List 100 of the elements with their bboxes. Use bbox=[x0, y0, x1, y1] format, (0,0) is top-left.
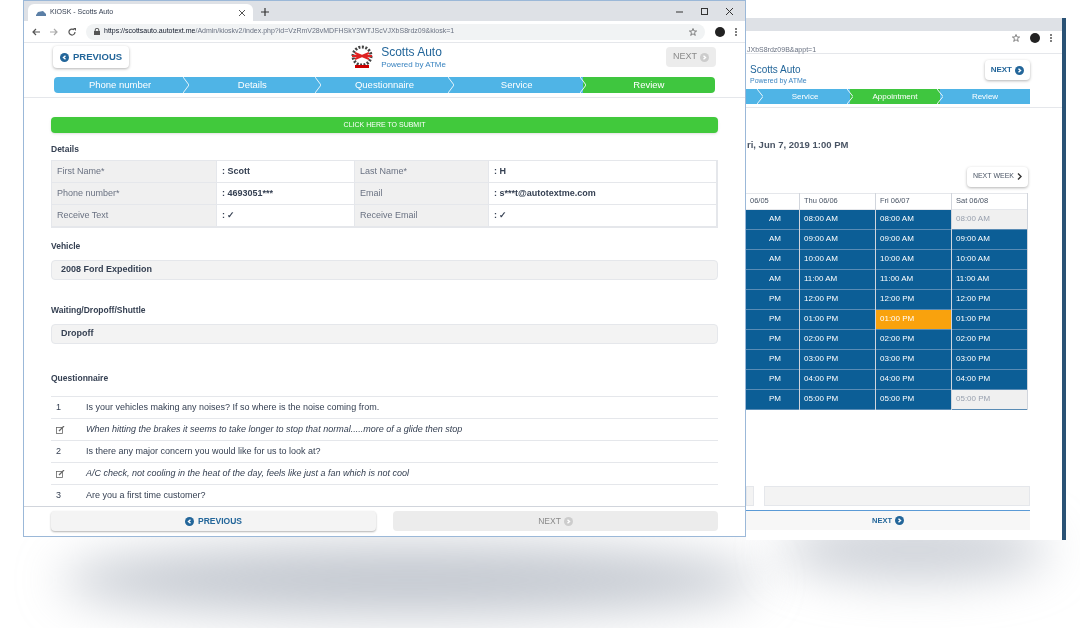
selected-appointment: ri, Jun 7, 2019 1:00 PM bbox=[746, 138, 850, 153]
time-slot[interactable]: PM bbox=[746, 389, 799, 410]
time-slot[interactable]: 10:00 AM bbox=[800, 249, 875, 270]
time-slot[interactable]: 09:00 AM bbox=[876, 229, 951, 250]
question-text: Are you a first time customer? bbox=[86, 488, 206, 502]
section-title: Waiting/Dropoff/Shuttle bbox=[51, 304, 147, 317]
avatar-icon[interactable] bbox=[715, 26, 725, 37]
answer-text: A/C check, not cooling in the heat of the day, feels like just a fan which is not cool bbox=[86, 466, 409, 480]
field-value: : s***t@autotextme.com bbox=[489, 183, 717, 206]
brand-tagline: Powered by ATMe bbox=[381, 59, 446, 70]
step-divider-icon bbox=[447, 77, 454, 94]
close-icon[interactable] bbox=[726, 7, 733, 15]
time-slot[interactable]: 09:00 AM bbox=[800, 229, 875, 250]
time-slot[interactable]: AM bbox=[746, 209, 799, 230]
field-label: First Name* bbox=[52, 161, 217, 184]
field-value: : ✓ bbox=[217, 205, 355, 228]
question-number: 2 bbox=[55, 444, 62, 458]
next-button: NEXT bbox=[666, 47, 716, 68]
field-label: Phone number* bbox=[52, 183, 217, 206]
value-box: Dropoff bbox=[51, 323, 718, 345]
time-slot[interactable]: 11:00 AM bbox=[876, 269, 951, 290]
chevron-circle-left-icon bbox=[60, 52, 69, 62]
star-icon[interactable] bbox=[689, 27, 697, 36]
time-slot[interactable]: 09:00 AM bbox=[952, 229, 1027, 250]
field-value: : 4693051*** bbox=[217, 183, 355, 206]
step-divider-icon bbox=[183, 77, 190, 94]
time-slot[interactable]: 04:00 PM bbox=[800, 369, 875, 390]
field-label: Email bbox=[355, 183, 489, 206]
time-slot[interactable]: 02:00 PM bbox=[876, 329, 951, 350]
value-box: 2008 Ford Expedition bbox=[51, 259, 718, 281]
time-slot: 05:00 PM bbox=[952, 389, 1027, 410]
time-slot[interactable]: 05:00 PM bbox=[876, 389, 951, 410]
time-slot[interactable]: 11:00 AM bbox=[800, 269, 875, 290]
time-slot[interactable]: 01:00 PM bbox=[800, 309, 875, 330]
answer-text: When hitting the brakes it seems to take longer to stop that normal.....more of a glide then stop bbox=[86, 422, 463, 436]
section-title: Details bbox=[51, 143, 80, 157]
time-slot[interactable]: AM bbox=[746, 249, 799, 270]
next-button[interactable]: NEXT bbox=[984, 60, 1030, 80]
time-slot[interactable]: 04:00 PM bbox=[952, 369, 1027, 390]
lock-icon bbox=[94, 28, 100, 35]
time-slot[interactable]: 03:00 PM bbox=[952, 349, 1027, 370]
time-slot[interactable]: 03:00 PM bbox=[800, 349, 875, 370]
chevron-circle-right-icon bbox=[563, 516, 573, 526]
step-divider-icon bbox=[579, 77, 586, 94]
time-slot[interactable]: PM bbox=[746, 349, 799, 370]
field-value: : Scott bbox=[217, 161, 355, 184]
time-slot[interactable]: 11:00 AM bbox=[952, 269, 1027, 290]
chevron-circle-right-icon bbox=[700, 52, 709, 62]
step-divider-icon bbox=[937, 89, 943, 105]
brand-name: Scotts Auto bbox=[381, 44, 443, 60]
time-slot[interactable]: 12:00 PM bbox=[952, 289, 1027, 310]
question-text: Is there any major concern you would like for us to look at? bbox=[86, 444, 321, 458]
step-divider-icon bbox=[757, 89, 763, 105]
back-arrow-icon[interactable] bbox=[32, 27, 40, 36]
time-slot[interactable]: 02:00 PM bbox=[952, 329, 1027, 350]
time-slot[interactable]: 10:00 AM bbox=[876, 249, 951, 270]
time-slot[interactable]: 05:00 PM bbox=[800, 389, 875, 410]
time-slot[interactable]: 10:00 AM bbox=[952, 249, 1027, 270]
next-button: NEXT bbox=[393, 511, 718, 531]
time-slot: 08:00 AM bbox=[952, 209, 1027, 230]
star-icon[interactable] bbox=[1012, 34, 1020, 42]
chevron-circle-right-icon bbox=[1015, 65, 1024, 75]
edit-icon bbox=[56, 469, 65, 478]
time-slot[interactable]: AM bbox=[746, 269, 799, 290]
time-slot[interactable]: 04:00 PM bbox=[876, 369, 951, 390]
time-slot[interactable]: 12:00 PM bbox=[800, 289, 875, 310]
time-slot[interactable]: 01:00 PM bbox=[952, 309, 1027, 330]
avatar-icon[interactable] bbox=[1030, 33, 1040, 43]
time-slot[interactable]: 02:00 PM bbox=[800, 329, 875, 350]
section-title: Vehicle bbox=[51, 240, 82, 253]
question-text: Is your vehicles making any noises? If so where is the noise coming from. bbox=[86, 400, 380, 414]
time-slot[interactable]: PM bbox=[746, 289, 799, 310]
field-value: : H bbox=[489, 161, 717, 184]
reload-icon[interactable] bbox=[68, 27, 76, 36]
chevron-right-icon bbox=[1017, 173, 1022, 180]
chevron-circle-right-icon bbox=[895, 516, 904, 525]
time-slot[interactable]: AM bbox=[746, 229, 799, 250]
time-slot[interactable]: 08:00 AM bbox=[876, 209, 951, 230]
step-divider-icon bbox=[315, 77, 322, 94]
time-slot[interactable]: PM bbox=[746, 309, 799, 330]
brand-name: Scotts Auto bbox=[750, 64, 802, 77]
question-number: 3 bbox=[55, 488, 62, 502]
previous-button[interactable]: PREVIOUS bbox=[51, 511, 376, 531]
question-number: 1 bbox=[55, 400, 62, 414]
edit-icon bbox=[56, 425, 65, 434]
time-slot[interactable]: 08:00 AM bbox=[800, 209, 875, 230]
time-slot[interactable]: 12:00 PM bbox=[876, 289, 951, 310]
chevron-circle-left-icon bbox=[185, 516, 195, 526]
maximize-icon[interactable] bbox=[701, 7, 708, 15]
new-tab-icon[interactable] bbox=[261, 8, 269, 16]
field-label: Receive Email bbox=[355, 205, 489, 228]
time-slot[interactable]: 03:00 PM bbox=[876, 349, 951, 370]
time-slot[interactable]: PM bbox=[746, 369, 799, 390]
previous-button[interactable]: PREVIOUS bbox=[53, 46, 130, 69]
field-value: : ✓ bbox=[489, 205, 717, 228]
step-divider-icon bbox=[847, 89, 853, 105]
time-slot[interactable]: PM bbox=[746, 329, 799, 350]
field-label: Last Name* bbox=[355, 161, 489, 184]
section-title: Questionnaire bbox=[51, 372, 110, 385]
field-label: Receive Text bbox=[52, 205, 217, 228]
